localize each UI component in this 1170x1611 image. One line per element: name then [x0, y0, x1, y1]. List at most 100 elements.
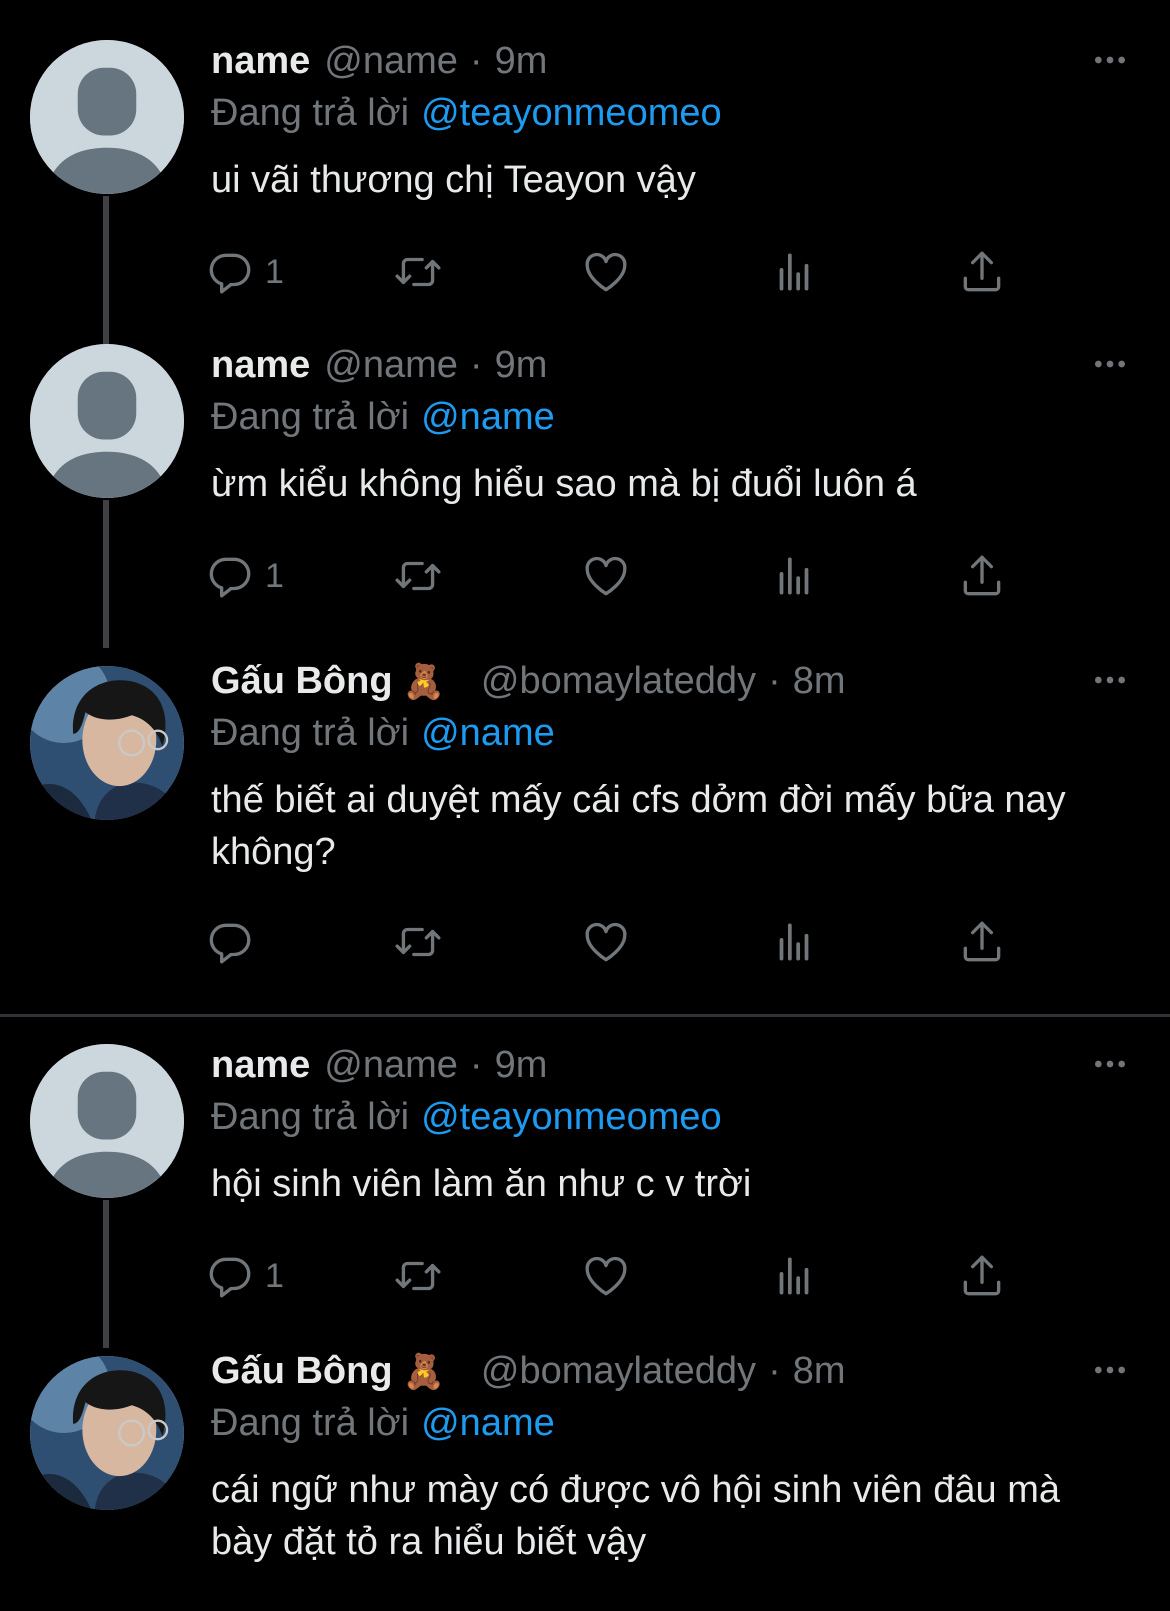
replying-to: Đang trả lời @name — [211, 1402, 555, 1445]
views-icon — [769, 247, 819, 297]
replying-to: Đang trả lời @name — [211, 396, 555, 439]
tweet-text: hội sinh viên làm ăn như c v trời — [211, 1163, 752, 1205]
author-name[interactable]: name — [211, 40, 310, 83]
share-button[interactable] — [957, 244, 1007, 300]
separator: · — [469, 344, 483, 386]
share-icon — [957, 551, 1007, 601]
reply-count: 1 — [265, 556, 284, 595]
reply-button[interactable]: 1 — [205, 548, 284, 604]
photo-avatar-icon — [30, 1356, 184, 1510]
reply-button[interactable] — [205, 914, 265, 970]
tweet-text: ui vãi thương chị Teayon vậy — [211, 159, 696, 201]
views-icon — [769, 551, 819, 601]
timestamp[interactable]: 8m — [793, 660, 846, 703]
avatar[interactable] — [30, 1356, 184, 1510]
timestamp[interactable]: 9m — [495, 1044, 548, 1087]
reply-icon — [205, 247, 255, 297]
share-button[interactable] — [957, 1248, 1007, 1304]
avatar[interactable] — [30, 1044, 184, 1198]
author-handle[interactable]: @bomaylateddy — [481, 1350, 756, 1393]
share-icon — [957, 917, 1007, 967]
replying-to-label: Đang trả lời — [211, 396, 410, 438]
thread-line — [103, 500, 109, 648]
tweet-text: thế biết ai duyệt mấy cái cfs dởm đời mấ… — [211, 779, 1066, 873]
more-icon — [1090, 40, 1130, 80]
reply-button[interactable]: 1 — [205, 244, 284, 300]
replying-to-label: Đang trả lời — [211, 92, 410, 134]
mention-link[interactable]: @name — [421, 1402, 555, 1444]
timestamp[interactable]: 8m — [793, 1350, 846, 1393]
action-bar: 1 — [211, 548, 1051, 604]
reply-icon — [205, 1251, 255, 1301]
more-icon — [1090, 1350, 1130, 1390]
timestamp[interactable]: 9m — [495, 40, 548, 83]
like-button[interactable] — [581, 914, 631, 970]
like-button[interactable] — [581, 244, 631, 300]
replying-to-label: Đang trả lời — [211, 1402, 410, 1444]
retweet-button[interactable] — [393, 244, 443, 300]
retweet-icon — [393, 1251, 443, 1301]
separator: · — [768, 660, 781, 702]
retweet-button[interactable] — [393, 548, 443, 604]
share-icon — [957, 247, 1007, 297]
mention-link[interactable]: @teayonmeomeo — [421, 1096, 722, 1138]
views-button[interactable] — [769, 548, 819, 604]
author-name[interactable]: Gấu Bông — [211, 660, 393, 703]
author-name[interactable]: name — [211, 344, 310, 387]
more-icon — [1090, 344, 1130, 384]
mention-link[interactable]: @name — [421, 396, 555, 438]
more-button[interactable] — [1090, 660, 1130, 700]
heart-icon — [581, 1251, 631, 1301]
conversation-divider — [0, 1014, 1170, 1017]
heart-icon — [581, 917, 631, 967]
author-handle[interactable]: @name — [324, 1044, 458, 1087]
views-button[interactable] — [769, 244, 819, 300]
mention-link[interactable]: @name — [421, 712, 555, 754]
action-bar: 1 — [211, 1248, 1051, 1304]
heart-icon — [581, 247, 631, 297]
avatar[interactable] — [30, 666, 184, 820]
views-button[interactable] — [769, 1248, 819, 1304]
retweet-button[interactable] — [393, 914, 443, 970]
reply-icon — [205, 917, 255, 967]
reply-count: 1 — [265, 1256, 284, 1295]
avatar[interactable] — [30, 40, 184, 194]
more-button[interactable] — [1090, 344, 1130, 384]
replying-to: Đang trả lời @teayonmeomeo — [211, 92, 722, 135]
avatar[interactable] — [30, 344, 184, 498]
replying-to-label: Đang trả lời — [211, 712, 410, 754]
more-icon — [1090, 660, 1130, 700]
replying-to: Đang trả lời @name — [211, 712, 555, 755]
retweet-icon — [393, 551, 443, 601]
views-icon — [769, 1251, 819, 1301]
mention-link[interactable]: @teayonmeomeo — [421, 92, 722, 134]
like-button[interactable] — [581, 1248, 631, 1304]
thread-line — [103, 196, 109, 344]
retweet-icon — [393, 247, 443, 297]
retweet-button[interactable] — [393, 1248, 443, 1304]
default-avatar-icon — [30, 1044, 184, 1198]
author-name[interactable]: name — [211, 1044, 310, 1087]
separator: · — [469, 1044, 483, 1086]
action-bar — [211, 914, 1051, 970]
share-icon — [957, 1251, 1007, 1301]
share-button[interactable] — [957, 914, 1007, 970]
author-handle[interactable]: @bomaylateddy — [481, 660, 756, 703]
author-handle[interactable]: @name — [324, 344, 458, 387]
share-button[interactable] — [957, 548, 1007, 604]
views-icon — [769, 917, 819, 967]
photo-avatar-icon — [30, 666, 184, 820]
more-button[interactable] — [1090, 40, 1130, 80]
more-button[interactable] — [1090, 1350, 1130, 1390]
author-name[interactable]: Gấu Bông — [211, 1350, 393, 1393]
teddy-bear-emoji: 🧸 — [402, 1353, 445, 1391]
like-button[interactable] — [581, 548, 631, 604]
reply-button[interactable]: 1 — [205, 1248, 284, 1304]
default-avatar-icon — [30, 344, 184, 498]
more-button[interactable] — [1090, 1044, 1130, 1084]
reply-icon — [205, 551, 255, 601]
separator: · — [469, 40, 483, 82]
author-handle[interactable]: @name — [324, 40, 458, 83]
views-button[interactable] — [769, 914, 819, 970]
timestamp[interactable]: 9m — [495, 344, 548, 387]
